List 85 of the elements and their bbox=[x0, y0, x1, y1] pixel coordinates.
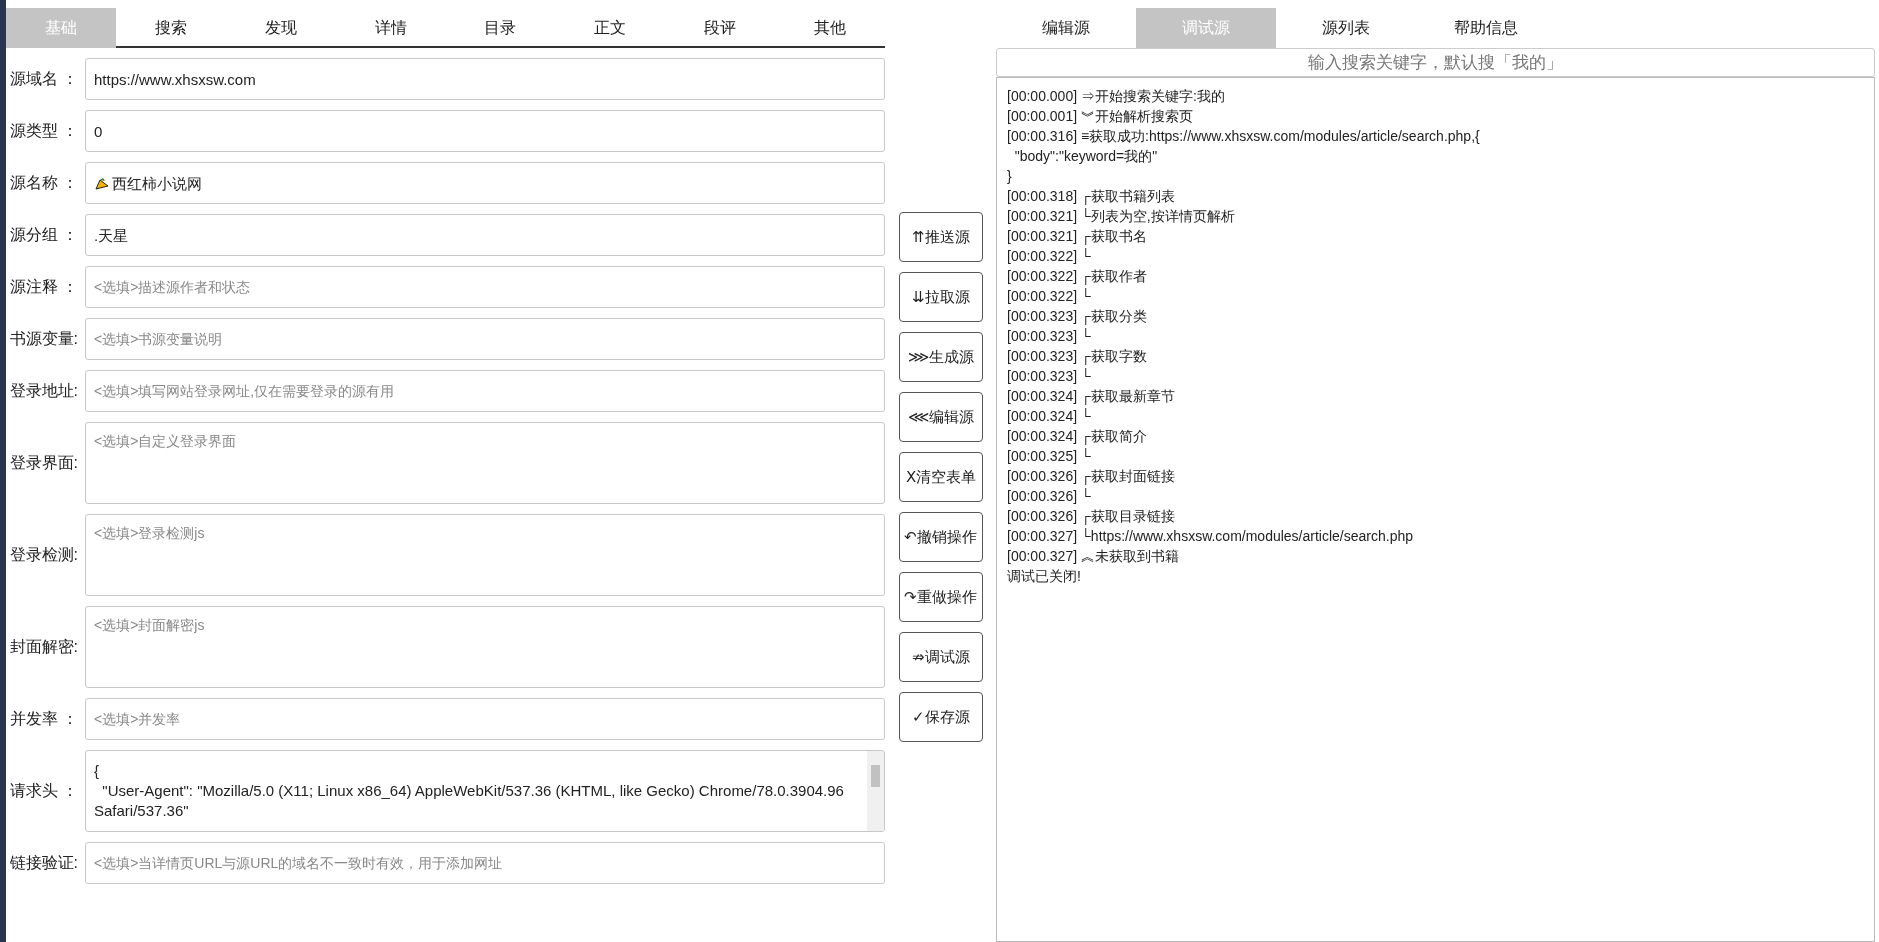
log-line: [00:00.323] ┌获取分类 bbox=[1007, 307, 1148, 326]
field-placeholder: <选填>封面解密js bbox=[94, 616, 205, 635]
input-field[interactable]: { "User-Agent": "Mozilla/5.0 (X11; Linux x86_64) AppleWebKit/537.36 (KHTML, like Gecko) Chrome/78.0.3904.96 Safari/537.36" bbox=[85, 750, 885, 832]
log-line: [00:00.322] └ bbox=[1007, 247, 1092, 266]
tab[interactable]: 源列表 bbox=[1276, 8, 1416, 48]
log-line: [00:00.321] └列表为空,按详情页解析 bbox=[1007, 207, 1236, 226]
field-label: 登录界面: bbox=[8, 453, 79, 473]
field-placeholder: <选填>当详情页URL与源URL的域名不一致时有效，用于添加网址 bbox=[94, 854, 503, 873]
log-line: } bbox=[1007, 167, 1013, 186]
log-line: [00:00.323] └ bbox=[1007, 327, 1092, 346]
log-line: [00:00.322] └ bbox=[1007, 287, 1092, 306]
action-button[interactable]: ⋘编辑源 bbox=[898, 392, 983, 442]
log-line: [00:00.324] ┌获取最新章节 bbox=[1007, 387, 1176, 406]
field-placeholder: <选填>并发率 bbox=[94, 710, 181, 729]
tab[interactable]: 详情 bbox=[335, 8, 446, 48]
log-line: [00:00.322] ┌获取作者 bbox=[1007, 267, 1148, 286]
input-field[interactable]: <选填>描述源作者和状态 bbox=[85, 266, 885, 308]
field-placeholder: <选填>自定义登录界面 bbox=[94, 432, 237, 451]
input-field[interactable]: 0 bbox=[85, 110, 885, 152]
field-placeholder: <选填>登录检测js bbox=[94, 524, 205, 543]
log-line: [00:00.326] ┌获取目录链接 bbox=[1007, 507, 1176, 526]
field-label: 书源变量: bbox=[8, 329, 79, 349]
log-line: [00:00.324] └ bbox=[1007, 407, 1092, 426]
log-line: [00:00.326] ┌获取封面链接 bbox=[1007, 467, 1176, 486]
input-field[interactable]: <选填>登录检测js bbox=[85, 514, 885, 596]
action-button[interactable]: ⋙生成源 bbox=[898, 332, 983, 382]
action-button[interactable]: ⇈推送源 bbox=[898, 212, 983, 262]
log-line: [00:00.321] ┌获取书名 bbox=[1007, 227, 1148, 246]
input-field[interactable]: <选填>并发率 bbox=[85, 698, 885, 740]
action-button[interactable]: ⇏调试源 bbox=[898, 632, 983, 682]
tab[interactable]: 正文 bbox=[555, 8, 666, 48]
tab[interactable]: 编辑源 bbox=[996, 8, 1136, 48]
field-placeholder: <选填>描述源作者和状态 bbox=[94, 278, 251, 297]
field-label: 源类型 ： bbox=[8, 121, 79, 141]
field-label: 链接验证: bbox=[8, 853, 79, 873]
log-line: [00:00.000] ⇒开始搜索关键字:我的 bbox=[1007, 87, 1226, 106]
input-field[interactable]: 西红柿小说网 bbox=[85, 162, 885, 204]
action-button[interactable]: Ⅹ清空表单 bbox=[898, 452, 983, 502]
log-line: [00:00.327] └https://www.xhsxsw.com/modules/article/search.php bbox=[1007, 527, 1414, 546]
tab[interactable]: 段评 bbox=[665, 8, 776, 48]
field-value: { "User-Agent": "Mozilla/5.0 (X11; Linux x86_64) AppleWebKit/537.36 (KHTML, like Gecko) Chrome/78.0.3904.96 Safari/537.36" bbox=[94, 761, 845, 821]
field-placeholder: <选填>书源变量说明 bbox=[94, 330, 223, 349]
log-line: [00:00.327] ︽未获取到书籍 bbox=[1007, 547, 1180, 566]
field-value: 西红柿小说网 bbox=[112, 174, 202, 194]
input-field[interactable]: <选填>书源变量说明 bbox=[85, 318, 885, 360]
field-label: 登录地址: bbox=[8, 381, 79, 401]
tab[interactable]: 其他 bbox=[775, 8, 885, 48]
field-label: 请求头 ： bbox=[8, 781, 79, 801]
log-line: [00:00.318] ┌获取书籍列表 bbox=[1007, 187, 1176, 206]
field-label: 源名称 ： bbox=[8, 173, 79, 193]
input-field[interactable]: .天星 bbox=[85, 214, 885, 256]
log-line: [00:00.323] ┌获取字数 bbox=[1007, 347, 1148, 366]
log-line: [00:00.324] ┌获取简介 bbox=[1007, 427, 1148, 446]
action-button[interactable]: ⇊拉取源 bbox=[898, 272, 983, 322]
field-label: 并发率 ： bbox=[8, 709, 79, 729]
field-placeholder: <选填>填写网站登录网址,仅在需要登录的源有用 bbox=[94, 382, 395, 401]
tab[interactable]: 搜索 bbox=[115, 8, 226, 48]
log-line: [00:00.323] └ bbox=[1007, 367, 1092, 386]
action-button[interactable]: ↷重做操作 bbox=[898, 572, 983, 622]
field-label: 源分组 ： bbox=[8, 225, 79, 245]
log-line: [00:00.001] ︾开始解析搜索页 bbox=[1007, 107, 1194, 126]
field-label: 登录检测: bbox=[8, 545, 79, 565]
field-value: 0 bbox=[94, 122, 103, 142]
log-line: [00:00.316] ≡获取成功:https://www.xhsxsw.com/modules/article/search.php,{ bbox=[1007, 127, 1481, 146]
log-line: 调试已关闭! bbox=[1007, 567, 1082, 586]
tab[interactable]: 发现 bbox=[225, 8, 336, 48]
scrollbar[interactable] bbox=[867, 751, 884, 831]
search-field[interactable]: 输入搜索关键字，默认搜「我的」 bbox=[996, 48, 1875, 77]
tab[interactable]: 目录 bbox=[445, 8, 556, 48]
action-button[interactable]: ✓保存源 bbox=[898, 692, 983, 742]
field-label: 源注释 ： bbox=[8, 277, 79, 297]
input-field[interactable]: https://www.xhsxsw.com bbox=[85, 58, 885, 100]
field-label: 封面解密: bbox=[8, 637, 79, 657]
input-field[interactable]: <选填>封面解密js bbox=[85, 606, 885, 688]
field-label: 源域名 ： bbox=[8, 69, 79, 89]
tab[interactable]: 帮助信息 bbox=[1416, 8, 1556, 48]
log-line: [00:00.325] └ bbox=[1007, 447, 1092, 466]
field-value: https://www.xhsxsw.com bbox=[94, 70, 256, 90]
input-field[interactable]: <选填>自定义登录界面 bbox=[85, 422, 885, 504]
action-button[interactable]: ↶撤销操作 bbox=[898, 512, 983, 562]
input-field[interactable]: <选填>填写网站登录网址,仅在需要登录的源有用 bbox=[85, 370, 885, 412]
input-field[interactable]: <选填>当详情页URL与源URL的域名不一致时有效，用于添加网址 bbox=[85, 842, 885, 884]
log-line: "body":"keyword=我的" bbox=[1013, 147, 1159, 166]
field-value: .天星 bbox=[94, 226, 129, 246]
log-line: [00:00.326] └ bbox=[1007, 487, 1092, 506]
